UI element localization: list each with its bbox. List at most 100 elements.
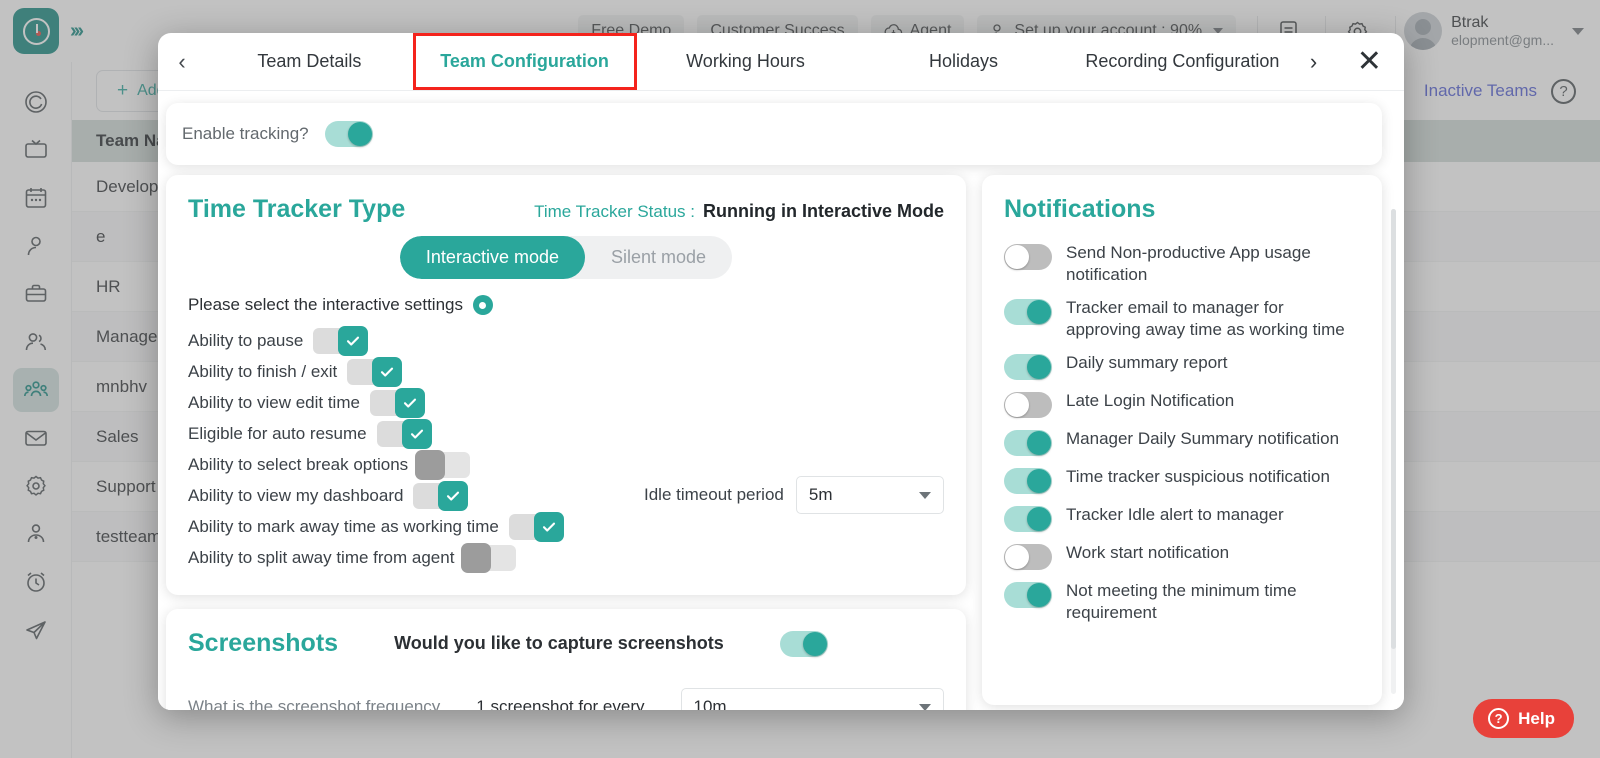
idle-timeout-field: Idle timeout period 5m — [644, 325, 944, 573]
tab-working-hours[interactable]: Working Hours — [637, 33, 855, 90]
notification-toggle-manager-daily-summary[interactable] — [1004, 429, 1052, 456]
option-row: Ability to finish / exit — [188, 356, 644, 387]
option-toggle-ability-to-mark-away-time-as-working-time[interactable] — [508, 511, 564, 542]
notification-toggle-work-start[interactable] — [1004, 543, 1052, 570]
time-tracker-title: Time Tracker Type — [188, 195, 406, 223]
option-row: Ability to view edit time — [188, 387, 644, 418]
scrollbar-thumb[interactable] — [1391, 209, 1396, 649]
tab-scroll-left-button[interactable]: ‹ — [158, 33, 206, 90]
screenshot-frequency-label: What is the screenshot frequency — [188, 697, 441, 710]
notification-label: Work start notification — [1066, 542, 1230, 562]
toggle-knob — [338, 325, 369, 356]
toggle-knob — [1005, 245, 1029, 269]
tab-scroll-right-button[interactable]: › — [1292, 33, 1334, 90]
notification-toggle-tracker-idle-alert[interactable] — [1004, 505, 1052, 532]
enable-tracking-toggle[interactable] — [324, 121, 373, 147]
toggle-knob — [802, 631, 827, 656]
toggle-knob — [1027, 354, 1051, 379]
option-toggle-eligible-for-auto-resume[interactable] — [376, 418, 432, 449]
time-tracker-header: Time Tracker Type Time Tracker Status : … — [188, 195, 944, 224]
notification-toggle-tracker-email-to-manager[interactable] — [1004, 298, 1052, 325]
option-label: Ability to split away time from agent — [188, 547, 455, 567]
notification-toggle-time-tracker-suspicious[interactable] — [1004, 467, 1052, 494]
chevron-down-icon — [919, 491, 931, 499]
notification-row: Daily summary report — [1004, 352, 1360, 380]
help-button[interactable]: ? Help — [1473, 699, 1574, 738]
notification-label: Daily summary report — [1066, 352, 1228, 372]
status-label: Time Tracker Status : — [534, 202, 695, 221]
option-label: Ability to view edit time — [188, 392, 360, 412]
help-button-label: Help — [1518, 708, 1555, 728]
notification-row: Time tracker suspicious notification — [1004, 466, 1360, 494]
option-row: Ability to mark away time as working tim… — [188, 511, 644, 542]
eye-icon[interactable] — [472, 295, 493, 315]
notification-label: Time tracker suspicious notification — [1066, 466, 1330, 486]
option-label: Ability to finish / exit — [188, 361, 338, 381]
tab-recording-configuration[interactable]: Recording Configuration — [1072, 33, 1292, 90]
option-row: Ability to split away time from agent — [188, 542, 644, 573]
toggle-knob — [533, 511, 564, 542]
screenshot-frequency-value: 10m — [693, 697, 727, 710]
notifications-card: Notifications Send Non-productive App us… — [982, 175, 1382, 705]
status-value: Running in Interactive Mode — [702, 201, 944, 221]
tab-label: Working Hours — [686, 51, 805, 71]
option-label: Ability to pause — [188, 330, 304, 350]
mode-silent-button[interactable]: Silent mode — [585, 236, 732, 279]
notification-row: Not meeting the minimum time requirement — [1004, 580, 1360, 625]
mode-interactive-button[interactable]: Interactive mode — [399, 236, 585, 279]
time-tracker-status: Time Tracker Status : Running in Interac… — [534, 195, 944, 222]
option-toggle-ability-to-select-break-options[interactable] — [415, 449, 471, 480]
option-label: Ability to mark away time as working tim… — [188, 516, 499, 536]
interactive-options-area: Ability to pause Ability to finish / exi… — [188, 325, 944, 573]
tab-holidays[interactable]: Holidays — [854, 33, 1072, 90]
option-label: Ability to select break options — [188, 454, 409, 474]
notification-toggle-send-non-productive-app-usage[interactable] — [1004, 244, 1052, 270]
idle-timeout-label: Idle timeout period — [644, 485, 784, 504]
notification-toggle-daily-summary-report[interactable] — [1004, 353, 1052, 380]
question-circle-icon: ? — [1488, 708, 1510, 729]
tab-label: Recording Configuration — [1085, 51, 1280, 71]
enable-tracking-label: Enable tracking? — [182, 124, 309, 143]
idle-timeout-value: 5m — [808, 485, 833, 504]
toggle-knob — [1027, 430, 1051, 455]
option-label: Ability to view my dashboard — [188, 485, 404, 505]
notification-row: Manager Daily Summary notification — [1004, 428, 1360, 456]
toggle-knob — [1027, 506, 1051, 531]
notifications-list: Send Non-productive App usage notificati… — [1004, 242, 1360, 625]
interactive-settings-hint: Please select the interactive settings — [188, 295, 944, 315]
option-toggle-ability-to-view-edit-time[interactable] — [369, 387, 425, 418]
option-toggle-ability-to-view-my-dashboard[interactable] — [413, 480, 469, 511]
option-toggle-ability-to-split-away-time-from-agent[interactable] — [461, 542, 517, 573]
notification-row: Late Login Notification — [1004, 390, 1360, 418]
toggle-knob — [394, 387, 425, 418]
left-column: Time Tracker Type Time Tracker Status : … — [166, 175, 966, 710]
idle-timeout-select[interactable]: 5m — [795, 476, 944, 514]
option-row: Ability to select break options — [188, 449, 644, 480]
option-row: Ability to pause — [188, 325, 644, 356]
capture-screenshots-toggle[interactable] — [779, 630, 828, 657]
screenshot-frequency-select[interactable]: 10m — [680, 688, 944, 710]
close-icon[interactable]: ✕ — [1335, 33, 1404, 90]
notification-toggle-not-meeting-minimum-time[interactable] — [1004, 581, 1052, 608]
option-label: Eligible for auto resume — [188, 423, 367, 443]
option-toggle-ability-to-pause[interactable] — [313, 325, 369, 356]
notification-row: Tracker Idle alert to manager — [1004, 504, 1360, 532]
tab-team-configuration[interactable]: Team Configuration — [412, 33, 637, 90]
notification-toggle-late-login[interactable] — [1004, 391, 1052, 418]
notification-row: Work start notification — [1004, 542, 1360, 570]
tab-team-details[interactable]: Team Details — [206, 33, 412, 90]
notification-label: Late Login Notification — [1066, 390, 1235, 410]
screenshot-frequency-row: What is the screenshot frequency 1 scree… — [188, 688, 944, 710]
notifications-title: Notifications — [1004, 195, 1156, 223]
screenshots-title: Screenshots — [188, 629, 339, 657]
toggle-knob — [1005, 544, 1029, 569]
toggle-knob — [415, 449, 446, 480]
modal-tabbar: ‹ Team Details Team Configuration Workin… — [158, 33, 1404, 91]
time-tracker-card: Time Tracker Type Time Tracker Status : … — [166, 175, 966, 595]
notification-label: Manager Daily Summary notification — [1066, 428, 1340, 448]
toggle-knob — [1027, 468, 1051, 493]
notification-label: Send Non-productive App usage notificati… — [1066, 243, 1311, 285]
tab-label: Holidays — [928, 51, 998, 71]
screenshots-header: Screenshots Would you like to capture sc… — [188, 629, 944, 658]
option-toggle-ability-to-finish-exit[interactable] — [347, 356, 403, 387]
